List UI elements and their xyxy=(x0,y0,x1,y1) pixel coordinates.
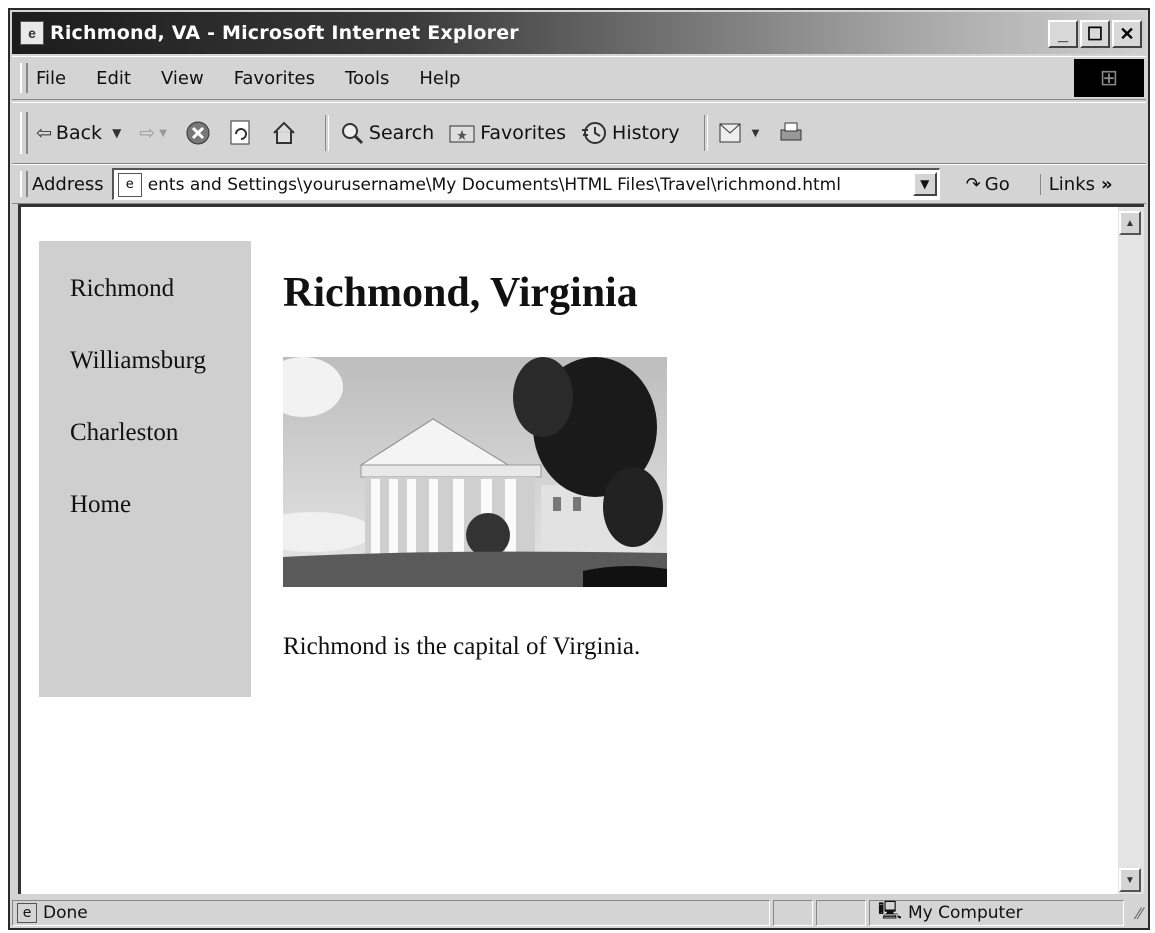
mail-icon xyxy=(719,123,741,143)
capitol-building-image xyxy=(283,357,667,587)
menu-file[interactable]: File xyxy=(36,68,66,89)
refresh-button[interactable] xyxy=(229,120,257,146)
toolbar-grip[interactable] xyxy=(20,170,28,198)
menu-bar: File Edit View Favorites Tools Help ⊞ xyxy=(12,56,1146,100)
window-controls: _ ☐ ✕ xyxy=(1048,20,1142,48)
forward-arrow-icon: ⇨ xyxy=(139,122,156,144)
ie-page-icon: e xyxy=(20,21,44,45)
address-label: Address xyxy=(32,173,104,195)
nav-link-home[interactable]: Home xyxy=(70,491,251,563)
resize-grip-icon[interactable]: ⁄⁄ xyxy=(1137,904,1142,923)
browser-window: e Richmond, VA - Microsoft Internet Expl… xyxy=(8,8,1150,930)
nav-link-williamsburg[interactable]: Williamsburg xyxy=(70,347,251,419)
toolbar-separator xyxy=(324,115,329,151)
windows-logo-icon: ⊞ xyxy=(1074,59,1144,97)
mail-button[interactable]: ▼ xyxy=(718,120,764,146)
chevron-right-icon: » xyxy=(1101,173,1113,195)
status-text: Done xyxy=(43,903,88,923)
capitol-photo xyxy=(283,357,667,587)
favorites-button[interactable]: Favorites xyxy=(448,121,566,145)
toolbar-grip[interactable] xyxy=(20,112,28,154)
stop-button[interactable] xyxy=(185,120,215,146)
page-icon: e xyxy=(117,172,142,197)
nav-link-richmond[interactable]: Richmond xyxy=(70,275,251,347)
status-pane xyxy=(773,900,813,926)
back-arrow-icon: ⇦ xyxy=(36,122,52,144)
dropdown-arrow-icon[interactable]: ▼ xyxy=(752,128,760,139)
nav-sidebar: Richmond Williamsburg Charleston Home xyxy=(39,241,251,697)
minimize-button[interactable]: _ xyxy=(1048,20,1078,48)
links-label: Links xyxy=(1048,173,1095,195)
page-paragraph: Richmond is the capital of Virginia. xyxy=(283,633,641,660)
address-field[interactable]: e ents and Settings\yourusername\My Docu… xyxy=(111,168,940,200)
nav-list: Richmond Williamsburg Charleston Home xyxy=(39,241,251,563)
address-value[interactable]: ents and Settings\yourusername\My Docume… xyxy=(148,175,841,195)
dropdown-arrow-icon[interactable]: ▼ xyxy=(159,128,167,139)
links-button[interactable]: Links » xyxy=(1039,173,1113,195)
search-button[interactable]: Search xyxy=(339,120,434,146)
favorites-label: Favorites xyxy=(480,122,567,144)
nav-link-charleston[interactable]: Charleston xyxy=(70,419,251,491)
home-icon xyxy=(273,121,295,144)
back-button[interactable]: ⇦ Back ▼ xyxy=(36,122,125,144)
search-label: Search xyxy=(368,122,435,144)
title-bar: e Richmond, VA - Microsoft Internet Expl… xyxy=(12,12,1146,54)
back-label: Back xyxy=(55,122,103,144)
address-dropdown-arrow-icon[interactable]: ▼ xyxy=(912,172,937,196)
status-text-pane: e Done xyxy=(12,900,770,926)
scroll-up-arrow-icon[interactable]: ▲ xyxy=(1119,211,1141,235)
history-icon xyxy=(582,122,607,144)
scroll-down-arrow-icon[interactable]: ▼ xyxy=(1119,868,1141,892)
address-bar: Address e ents and Settings\yourusername… xyxy=(12,164,1146,204)
print-button[interactable] xyxy=(777,120,809,146)
menu-favorites[interactable]: Favorites xyxy=(234,68,315,89)
go-arrow-icon: ↷ xyxy=(965,173,981,195)
home-button[interactable] xyxy=(271,120,301,146)
close-button[interactable]: ✕ xyxy=(1112,20,1142,48)
security-zone-pane: 🖳 My Computer xyxy=(869,900,1124,926)
toolbar-grip[interactable] xyxy=(20,63,28,93)
go-button[interactable]: ↷ Go xyxy=(966,174,1010,195)
favorites-folder-icon xyxy=(449,125,475,143)
history-label: History xyxy=(612,122,680,144)
search-icon xyxy=(341,123,363,145)
menu-edit[interactable]: Edit xyxy=(96,68,131,89)
standard-toolbar: ⇦ Back ▼ ⇨ ▼ Search Favorites History ▼ xyxy=(12,102,1146,164)
refresh-icon xyxy=(230,120,250,145)
page-heading: Richmond, Virginia xyxy=(283,270,638,316)
maximize-button[interactable]: ☐ xyxy=(1080,20,1110,48)
menu-view[interactable]: View xyxy=(161,68,204,89)
page-done-icon: e xyxy=(17,903,37,923)
print-icon xyxy=(780,122,802,141)
window-title: Richmond, VA - Microsoft Internet Explor… xyxy=(50,22,519,44)
vertical-scrollbar[interactable]: ▲ ▼ xyxy=(1118,204,1144,894)
stop-icon xyxy=(186,121,210,145)
status-bar: e Done 🖳 My Computer ⁄⁄ xyxy=(12,898,1146,928)
menu-tools[interactable]: Tools xyxy=(345,68,389,89)
security-zone-text: My Computer xyxy=(908,903,1023,923)
go-label: Go xyxy=(984,173,1010,195)
dropdown-arrow-icon[interactable]: ▼ xyxy=(112,126,121,140)
toolbar-separator xyxy=(703,115,708,151)
history-button[interactable]: History xyxy=(580,120,680,146)
my-computer-icon: 🖳 xyxy=(878,900,903,921)
menu-help[interactable]: Help xyxy=(419,68,460,89)
page-viewport: Richmond Williamsburg Charleston Home Ri… xyxy=(18,204,1118,894)
status-pane xyxy=(816,900,866,926)
forward-button[interactable]: ⇨ ▼ xyxy=(139,122,171,144)
